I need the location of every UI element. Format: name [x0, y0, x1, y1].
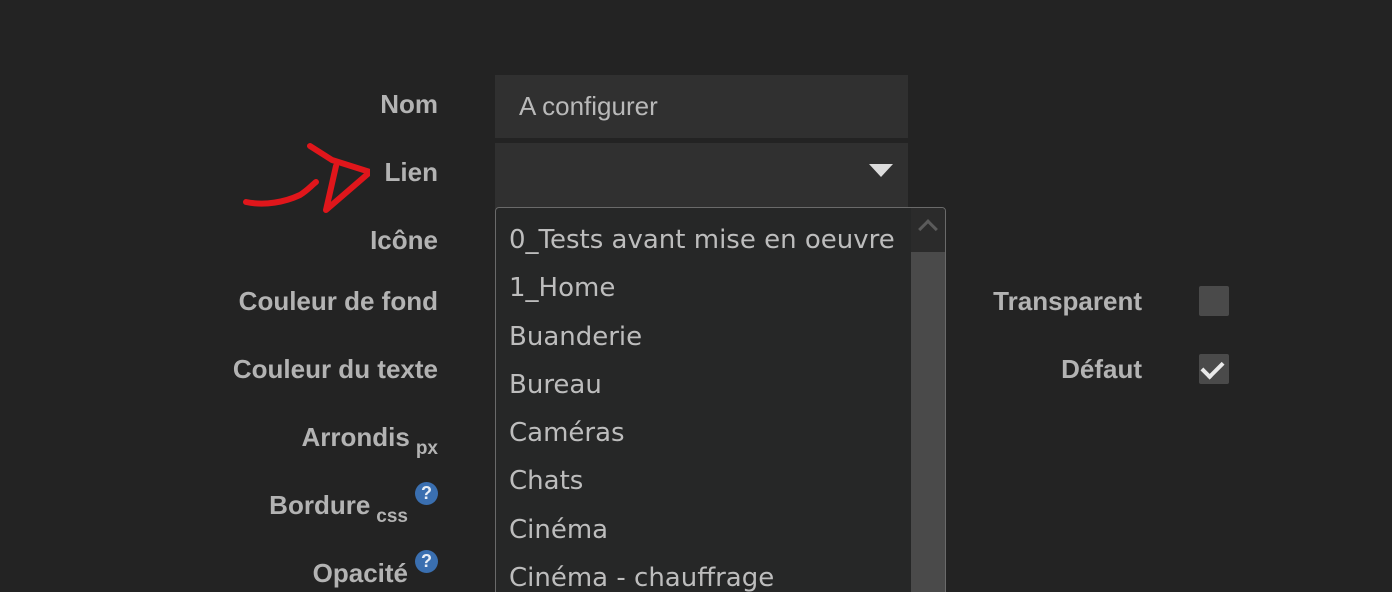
- link-select[interactable]: [495, 143, 908, 209]
- border-label-text: Bordure: [269, 490, 371, 520]
- transparent-checkbox[interactable]: [1199, 286, 1229, 316]
- icon-label: Icône: [370, 225, 438, 255]
- dropdown-option[interactable]: 1_Home: [496, 264, 911, 312]
- opacity-label: Opacité: [312, 558, 408, 588]
- scroll-up-icon[interactable]: [918, 219, 938, 239]
- link-dropdown-list[interactable]: 0_Tests avant mise en oeuvre 1_Home Buande…: [495, 207, 946, 592]
- default-label: Défaut: [1061, 354, 1142, 384]
- dropdown-options: 0_Tests avant mise en oeuvre 1_Home Buande…: [496, 216, 911, 592]
- dropdown-option[interactable]: 0_Tests avant mise en oeuvre: [496, 216, 911, 264]
- transparent-label: Transparent: [993, 286, 1142, 316]
- name-label: Nom: [380, 89, 438, 119]
- scrollbar[interactable]: [911, 208, 945, 592]
- name-input[interactable]: A configurer: [495, 75, 908, 138]
- default-checkbox[interactable]: [1199, 354, 1229, 384]
- rounding-unit: px: [415, 438, 438, 459]
- dropdown-option[interactable]: Cinéma - chauffrage: [496, 554, 911, 592]
- page: Nom Lien Icône Couleur de fond Couleur d…: [0, 0, 1392, 592]
- link-label: Lien: [384, 157, 438, 187]
- opacity-help-icon[interactable]: ?: [415, 550, 438, 573]
- annotation-arrow: [243, 143, 370, 213]
- rounding-label: Arrondis px: [301, 422, 438, 459]
- background-color-label: Couleur de fond: [238, 286, 438, 316]
- dropdown-option[interactable]: Cinéma: [496, 506, 911, 554]
- dropdown-option[interactable]: Chats: [496, 457, 911, 505]
- scrollbar-thumb[interactable]: [911, 252, 945, 592]
- border-unit: css: [376, 506, 408, 527]
- dropdown-option[interactable]: Bureau: [496, 361, 911, 409]
- chevron-down-icon: [869, 164, 893, 177]
- text-color-label: Couleur du texte: [232, 354, 438, 384]
- dropdown-option[interactable]: Caméras: [496, 409, 911, 457]
- rounding-label-text: Arrondis: [301, 422, 410, 452]
- dropdown-option[interactable]: Buanderie: [496, 313, 911, 361]
- check-icon: [1200, 355, 1225, 380]
- border-label: Bordure css: [269, 490, 408, 527]
- border-help-icon[interactable]: ?: [415, 482, 438, 505]
